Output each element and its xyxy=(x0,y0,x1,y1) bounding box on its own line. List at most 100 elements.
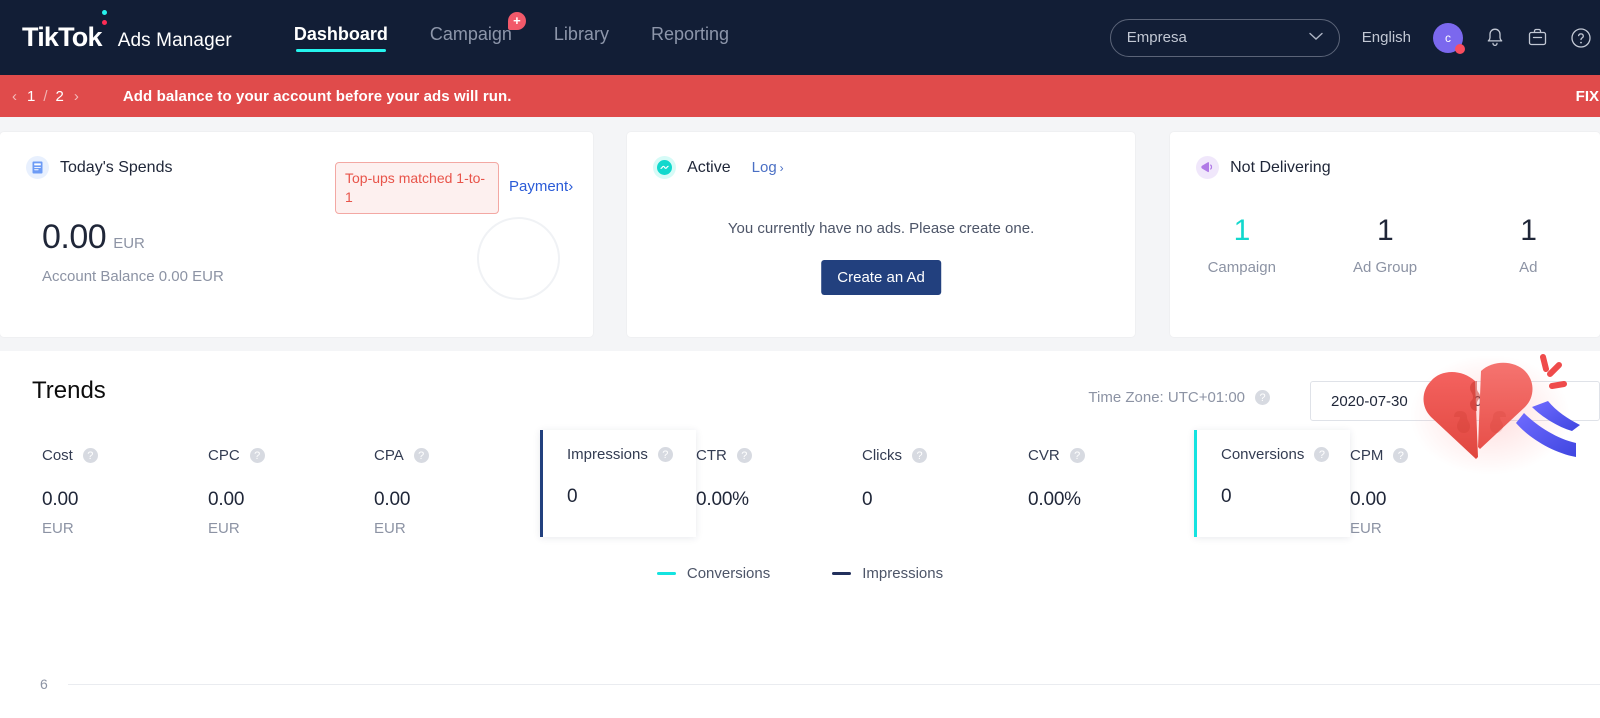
avatar-initial: c xyxy=(1445,30,1451,45)
check-circle-icon xyxy=(653,156,677,179)
stat-ad: 1 Ad xyxy=(1457,214,1600,276)
banner-message: Add balance to your account before your … xyxy=(122,87,512,105)
tiktok-colon-icon xyxy=(101,10,109,46)
metric-cpa-label: CPA xyxy=(374,447,404,464)
metric-cpm[interactable]: CPM? 0.00 EUR xyxy=(1350,447,1516,537)
metric-clicks-value: 0 xyxy=(862,489,873,510)
payment-link[interactable]: Payment› xyxy=(509,178,573,195)
bell-icon[interactable] xyxy=(1485,27,1505,48)
metric-impressions[interactable]: Impressions? 0 xyxy=(540,430,696,537)
banner-separator: / xyxy=(43,87,48,105)
avatar[interactable]: c xyxy=(1433,22,1465,54)
not-delivering-title: Not Delivering xyxy=(1230,158,1331,176)
briefcase-icon[interactable] xyxy=(1527,27,1548,48)
todays-spends-title: Today's Spends xyxy=(60,158,173,176)
plus-badge-label: + xyxy=(513,13,521,28)
menu-item-campaign-label: Campaign xyxy=(429,23,512,44)
menu-item-reporting[interactable]: Reporting xyxy=(651,24,729,52)
help-icon[interactable]: ? xyxy=(657,447,673,462)
menu-item-campaign[interactable]: Campaign + xyxy=(429,11,526,52)
metric-conversions[interactable]: Conversions? 0 xyxy=(1194,430,1350,537)
stat-campaign-label: Campaign xyxy=(1207,259,1276,276)
help-icon[interactable]: ? xyxy=(1069,448,1085,463)
chart-legend: Conversions Impressions xyxy=(0,565,1600,582)
help-icon[interactable]: ? xyxy=(1393,448,1409,463)
banner-next-button[interactable]: › xyxy=(66,88,87,105)
metric-cvr[interactable]: CVR? 0.00% xyxy=(1028,447,1194,537)
nav-right-group: Empresa English c xyxy=(1109,18,1600,57)
metric-impressions-label: Impressions xyxy=(567,446,648,463)
metric-impressions-value: 0 xyxy=(567,486,578,507)
menu-item-dashboard[interactable]: Dashboard xyxy=(294,24,388,52)
metric-cpa-value: 0.00 xyxy=(374,489,411,510)
metric-cpc-unit: EUR xyxy=(208,520,240,537)
metric-cvr-label: CVR xyxy=(1028,447,1060,464)
metric-cpc[interactable]: CPC? 0.00 EUR xyxy=(208,447,374,537)
alert-banner: ‹ 1 / 2 › Add balance to your account be… xyxy=(0,75,1600,117)
legend-item-conversions[interactable]: Conversions xyxy=(656,565,770,582)
product-name: Ads Manager xyxy=(117,30,232,51)
receipt-icon xyxy=(26,156,49,179)
legend-item-impressions[interactable]: Impressions xyxy=(832,565,943,582)
menu-item-library[interactable]: Library xyxy=(554,24,609,52)
metric-cpc-value: 0.00 xyxy=(208,489,245,510)
account-selector[interactable]: Empresa xyxy=(1109,18,1340,57)
account-balance-text: Account Balance 0.00 EUR xyxy=(42,268,224,285)
spends-amount-value: 0.00 xyxy=(42,218,107,256)
timezone-info: Time Zone: UTC+01:00 ? xyxy=(1088,389,1270,406)
stat-campaign: 1 Campaign xyxy=(1170,214,1313,276)
not-delivering-header: Not Delivering xyxy=(1170,132,1600,179)
metric-ctr-value: 0.00% xyxy=(696,489,749,510)
create-an-ad-button[interactable]: Create an Ad xyxy=(821,260,941,295)
metric-cost[interactable]: Cost? 0.00 EUR xyxy=(42,447,208,537)
plus-badge-icon: + xyxy=(507,11,526,30)
chevron-down-icon xyxy=(1309,32,1323,44)
trends-panel: Trends Time Zone: UTC+01:00 ? 2020-07-30… xyxy=(0,351,1600,718)
legend-swatch-impressions xyxy=(832,572,852,575)
metric-conversions-value: 0 xyxy=(1221,486,1232,507)
metric-cpm-label: CPM xyxy=(1350,447,1384,464)
metric-cpa[interactable]: CPA? 0.00 EUR xyxy=(374,447,540,537)
help-icon[interactable]: ? xyxy=(1255,390,1270,405)
active-card-header: Active Log › xyxy=(627,132,1135,179)
help-icon[interactable]: ? xyxy=(736,448,752,463)
menu-item-dashboard-label: Dashboard xyxy=(293,23,388,44)
help-icon[interactable]: ? xyxy=(1314,447,1330,462)
log-link[interactable]: Log › xyxy=(752,159,784,176)
menu-item-library-label: Library xyxy=(553,23,609,44)
megaphone-icon xyxy=(1196,156,1220,179)
no-ads-message: You currently have no ads. Please create… xyxy=(727,220,1035,237)
help-icon[interactable]: ? xyxy=(413,448,429,463)
metric-tiles: Cost? 0.00 EUR CPC? 0.00 EUR CPA? 0.00 E… xyxy=(0,405,1600,537)
legend-swatch-conversions xyxy=(656,572,676,575)
stat-adgroup: 1 Ad Group xyxy=(1313,214,1456,276)
tiktok-wordmark: TikTok xyxy=(22,22,103,52)
stat-ad-value: 1 xyxy=(1520,214,1537,247)
summary-card-row: Today's Spends Top-ups matched 1-to-1 Pa… xyxy=(0,117,1600,339)
help-circle-icon[interactable] xyxy=(1570,27,1592,49)
active-card-title: Active xyxy=(687,158,731,176)
log-chevron-icon: › xyxy=(779,161,784,175)
metric-ctr[interactable]: CTR? 0.00% xyxy=(696,447,862,537)
help-icon[interactable]: ? xyxy=(82,448,98,463)
tiktok-logo: TikTok xyxy=(22,10,109,53)
help-icon[interactable]: ? xyxy=(912,448,927,463)
language-selector[interactable]: English xyxy=(1362,29,1411,46)
metric-cost-label: Cost xyxy=(42,447,73,464)
menu-item-reporting-label: Reporting xyxy=(650,23,729,44)
not-delivering-stats: 1 Campaign 1 Ad Group 1 Ad xyxy=(1170,214,1600,276)
spends-amount-currency: EUR xyxy=(113,235,145,252)
timezone-label: Time Zone: UTC+01:00 xyxy=(1088,389,1245,406)
active-status-card: Active Log › You currently have no ads. P… xyxy=(627,132,1136,337)
help-icon[interactable]: ? xyxy=(249,448,265,463)
metric-cost-value: 0.00 xyxy=(42,489,79,510)
metric-clicks[interactable]: Clicks? 0 xyxy=(862,447,1028,537)
page-title: Trends xyxy=(32,377,106,404)
brand-logo[interactable]: TikTok Ads Manager xyxy=(22,10,232,53)
banner-prev-button[interactable]: ‹ xyxy=(4,88,25,105)
metric-conversions-label: Conversions xyxy=(1221,446,1305,463)
banner-fix-button[interactable]: FIX xyxy=(1576,75,1600,117)
stat-adgroup-label: Ad Group xyxy=(1352,259,1418,276)
stat-adgroup-value: 1 xyxy=(1376,214,1394,247)
metric-ctr-label: CTR xyxy=(696,447,727,464)
